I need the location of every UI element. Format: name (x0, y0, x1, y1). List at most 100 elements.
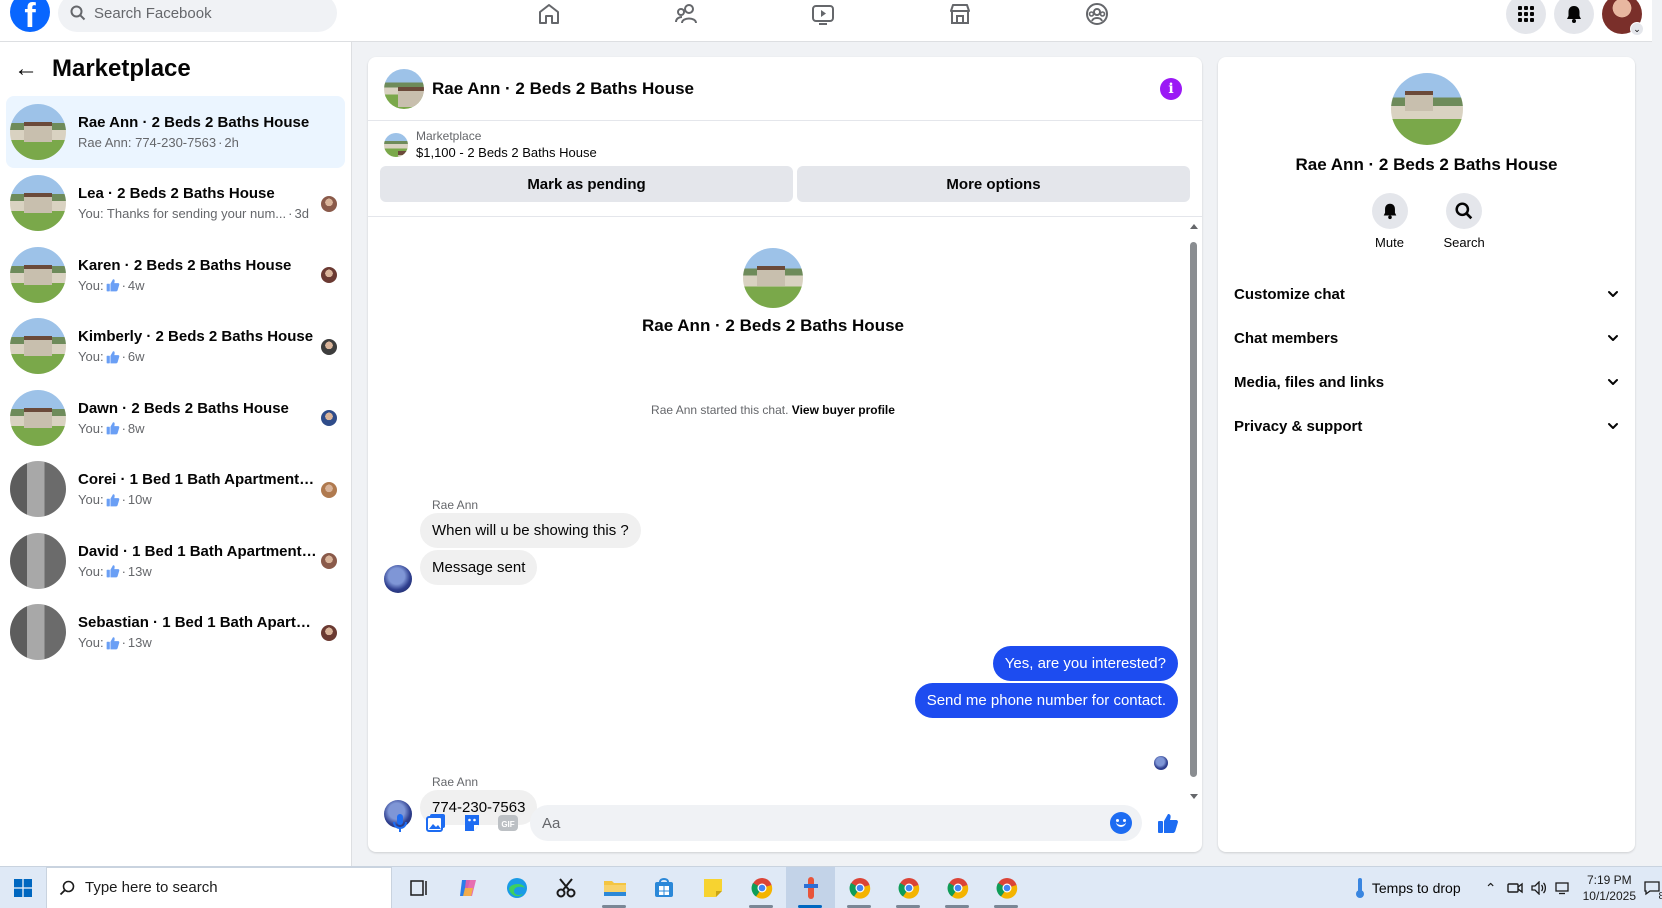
separator-dot: · (288, 206, 293, 222)
task-view-button[interactable] (394, 867, 443, 908)
chat-header-thumbnail[interactable] (384, 68, 424, 109)
meet-icon[interactable] (1503, 876, 1527, 900)
listing-thumbnail (10, 318, 66, 375)
conversation-preview-line: You: Thanks for sending your num... · 3d (78, 206, 345, 221)
view-buyer-profile-link[interactable]: View buyer profile (792, 403, 895, 417)
incoming-message[interactable]: When will u be showing this ? (420, 513, 641, 548)
taskbar-chrome-4[interactable] (933, 867, 982, 908)
notifications-button[interactable] (1554, 0, 1594, 34)
taskbar-chrome-3[interactable] (884, 867, 933, 908)
conversation-preview-line: You: · 10w (78, 492, 345, 507)
watch-icon (811, 5, 834, 25)
info-section-media-files-and-links[interactable]: Media, files and links (1218, 360, 1635, 404)
separator-dot: · (121, 277, 126, 293)
conversation-time: 2h (224, 134, 239, 150)
more-options-button[interactable]: More options (797, 166, 1190, 202)
conversation-item[interactable]: Sebastian · 1 Bed 1 Bath Apartm... You: ·… (6, 597, 345, 669)
intro-name: Rae Ann · 2 Beds 2 Baths House (642, 316, 904, 335)
voice-clip-button[interactable] (382, 805, 418, 841)
conversation-item[interactable]: Lea · 2 Beds 2 Baths House You: Thanks fo… (6, 168, 345, 240)
volume-icon[interactable] (1527, 876, 1551, 900)
conversation-preview: You: (78, 492, 104, 508)
taskbar-chrome-1[interactable] (737, 867, 786, 908)
conversation-item[interactable]: Kimberly · 2 Beds 2 Baths House You: · 6w (6, 311, 345, 383)
taskbar-active-app[interactable] (786, 866, 835, 908)
account-avatar[interactable]: ⌄ (1602, 0, 1644, 36)
nav-home[interactable] (480, 0, 617, 28)
conversation-item[interactable]: Rae Ann · 2 Beds 2 Baths House Rae Ann: 7… (6, 96, 345, 168)
chrome-icon (751, 877, 772, 899)
page-scrollbar[interactable] (1652, 0, 1662, 866)
message-input[interactable] (542, 814, 1082, 832)
listing-thumbnail[interactable] (384, 132, 408, 157)
conversation-preview-line: You: · 13w (78, 635, 345, 650)
system-clock[interactable]: 7:19 PM 10/1/2025 (1583, 872, 1636, 904)
taskbar-chrome-5[interactable] (982, 867, 1031, 908)
attach-photo-button[interactable] (418, 805, 454, 841)
conversation-preview: You: Thanks for sending your num... (78, 206, 287, 222)
start-button[interactable] (0, 867, 46, 908)
conversation-text: Dawn · 2 Beds 2 Baths House You: · 8w (78, 400, 345, 436)
facebook-logo[interactable]: f (10, 0, 50, 32)
conversation-preview: You: (78, 349, 104, 365)
info-thumbnail[interactable] (1390, 73, 1463, 145)
outgoing-message[interactable]: Yes, are you interested? (992, 646, 1178, 681)
info-section-customize-chat[interactable]: Customize chat (1218, 272, 1635, 316)
read-receipt-avatar (321, 267, 337, 283)
listing-price[interactable]: $1,100 - 2 Beds 2 Baths House (416, 145, 597, 160)
thermometer-icon (1355, 878, 1364, 898)
thumbs-up-icon (106, 493, 120, 507)
taskbar-store[interactable] (639, 867, 688, 908)
menu-button[interactable] (1506, 0, 1546, 34)
nav-watch[interactable] (754, 0, 891, 28)
taskbar-sticky-notes[interactable] (688, 867, 737, 908)
notification-count: 8 (1658, 891, 1662, 902)
info-section-chat-members[interactable]: Chat members (1218, 316, 1635, 360)
incoming-message[interactable]: Message sent (420, 550, 538, 585)
outgoing-message[interactable]: Send me phone number for contact. (914, 683, 1178, 718)
notification-center-button[interactable]: 8 (1644, 876, 1662, 902)
separator-dot: · (121, 635, 126, 651)
started-text: Rae Ann started this chat. (651, 403, 789, 417)
taskbar-chrome-2[interactable] (835, 867, 884, 908)
message-thread: Rae Ann · 2 Beds 2 Baths House Rae Ann s… (368, 218, 1202, 852)
emoji-icon[interactable] (1110, 812, 1132, 834)
nav-groups[interactable] (1028, 0, 1165, 28)
info-section-privacy-support[interactable]: Privacy & support (1218, 404, 1635, 448)
microphone-icon (393, 814, 407, 832)
facebook-search-box[interactable]: Search Facebook (58, 0, 337, 32)
network-icon[interactable] (1551, 876, 1575, 900)
search-in-chat-button[interactable]: Search (1444, 193, 1485, 250)
nav-marketplace[interactable] (891, 0, 1028, 28)
scroll-up-arrow[interactable] (1190, 224, 1198, 229)
taskbar-file-explorer[interactable] (590, 867, 639, 908)
sender-avatar[interactable] (384, 565, 412, 593)
intro-thumbnail (743, 248, 803, 308)
weather-widget[interactable]: Temps to drop (1354, 877, 1461, 899)
sticker-button[interactable] (454, 805, 490, 841)
taskbar-snipping-tool[interactable] (541, 867, 590, 908)
conversation-item[interactable]: Dawn · 2 Beds 2 Baths House You: · 8w (6, 382, 345, 454)
conversation-item[interactable]: Corei · 1 Bed 1 Bath Apartment/co... You:… (6, 454, 345, 526)
gif-button[interactable]: GIF (490, 805, 526, 841)
send-like-button[interactable] (1150, 805, 1186, 841)
conversation-title: Rae Ann · 2 Beds 2 Baths House (78, 113, 310, 131)
conversation-item[interactable]: Karen · 2 Beds 2 Baths House You: · 4w (6, 239, 345, 311)
conversation-item[interactable]: David · 1 Bed 1 Bath Apartment/... You: ·… (6, 525, 345, 597)
mute-button[interactable]: Mute (1370, 193, 1410, 250)
back-arrow-icon[interactable]: ← (14, 55, 38, 83)
conversation-text: Rae Ann · 2 Beds 2 Baths House Rae Ann: 7… (78, 114, 345, 150)
mark-as-pending-button[interactable]: Mark as pending (380, 166, 793, 202)
task-view-icon (409, 879, 427, 896)
search-placeholder: Search Facebook (94, 4, 212, 22)
taskbar-copilot[interactable] (443, 867, 492, 908)
chrome-icon (849, 877, 870, 899)
store-icon (654, 877, 673, 897)
taskbar-search[interactable]: Type here to search (46, 866, 392, 908)
taskbar-edge[interactable] (492, 867, 541, 908)
show-hidden-icons-chevron-icon[interactable]: ⌃ (1479, 876, 1503, 900)
chat-title[interactable]: Rae Ann · 2 Beds 2 Baths House (432, 79, 694, 99)
nav-friends[interactable] (617, 0, 754, 28)
info-icon[interactable]: i (1160, 78, 1182, 100)
thread-scrollbar[interactable] (1190, 242, 1197, 777)
